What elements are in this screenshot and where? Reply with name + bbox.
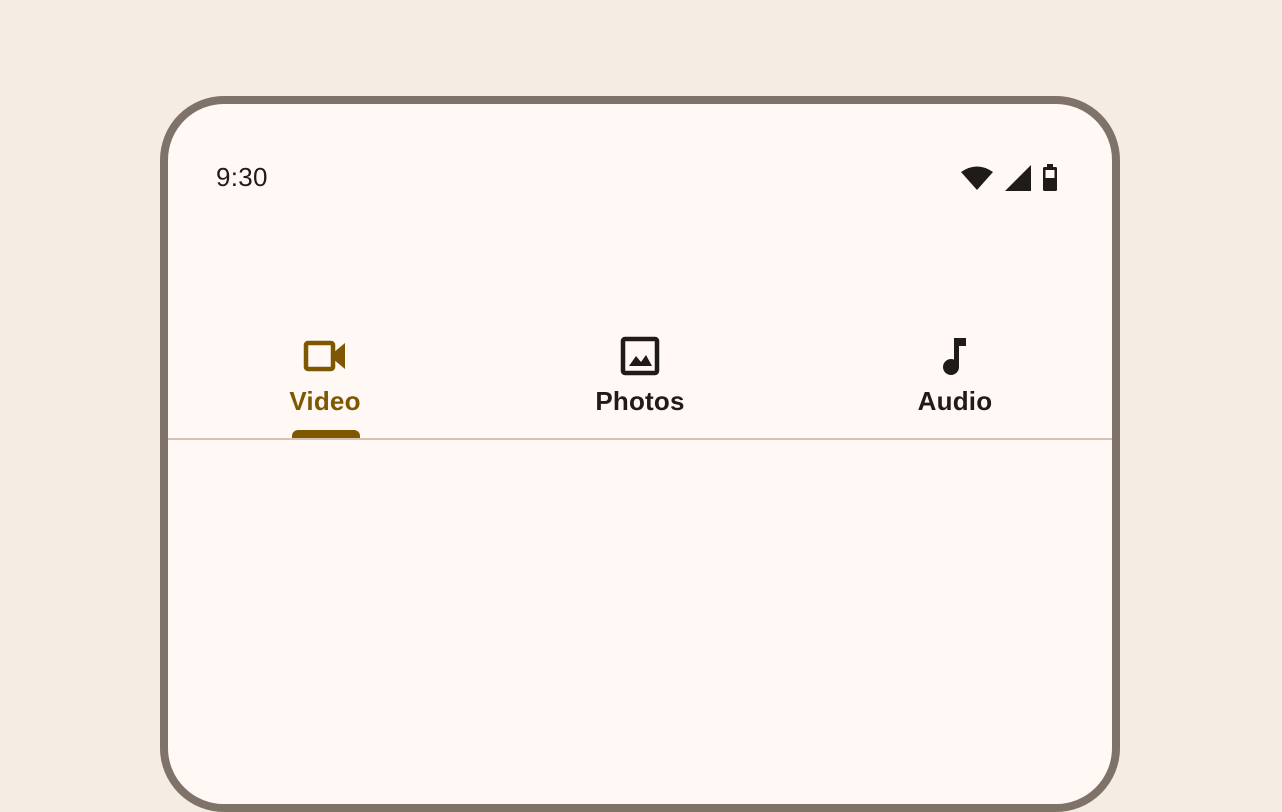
status-bar: 9:30 (168, 104, 1112, 208)
tab-audio[interactable]: Audio (798, 328, 1112, 438)
image-icon (616, 332, 664, 380)
music-note-icon (931, 332, 979, 380)
videocam-icon (301, 332, 349, 380)
tab-label-video: Video (289, 386, 361, 416)
cellular-signal-icon (1004, 164, 1032, 192)
tab-label-photos: Photos (595, 386, 685, 416)
tab-photos[interactable]: Photos (483, 328, 797, 438)
battery-icon (1042, 164, 1058, 192)
tab-content-area (168, 440, 1112, 804)
tab-label-audio: Audio (917, 386, 993, 416)
tab-video[interactable]: Video (168, 328, 482, 438)
phone-frame: 9:30 Video Photos Audio (160, 96, 1120, 812)
tab-bar: Video Photos Audio (168, 328, 1112, 438)
status-time: 9:30 (216, 162, 268, 192)
active-tab-indicator (292, 430, 360, 438)
wifi-icon (960, 165, 994, 191)
status-icons (960, 164, 1058, 192)
